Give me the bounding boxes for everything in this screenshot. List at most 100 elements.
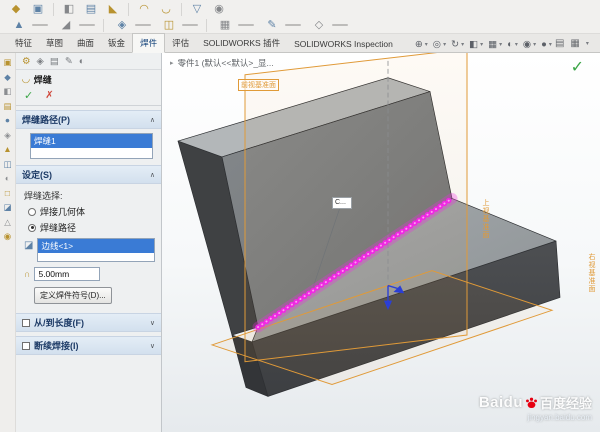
- ribbon-tool[interactable]: ◇: [306, 18, 351, 33]
- watermark-brand-cn: 百度经验: [540, 393, 592, 412]
- left-toolbar-icon[interactable]: ◉: [4, 232, 11, 241]
- app-window: ◆ ▣ ◧ ▤ ◣ ◠ ◡ ▽ ◉ ▲ ◢ ◈: [0, 0, 600, 432]
- radio-weld-path[interactable]: 焊缝路径: [28, 221, 155, 234]
- left-toolbar-icon[interactable]: ●: [5, 116, 10, 125]
- tab-features[interactable]: 特征: [8, 34, 39, 52]
- caret-icon[interactable]: ▾: [533, 41, 536, 48]
- left-toolbar-icon[interactable]: ▣: [3, 58, 11, 67]
- feature-title-row: ◡ 焊缝: [16, 70, 161, 87]
- gusset-icon[interactable]: ◣: [103, 2, 123, 17]
- caret-icon[interactable]: ▾: [480, 41, 483, 48]
- end-cap-icon[interactable]: ▤: [81, 2, 101, 17]
- caret-icon[interactable]: ▾: [461, 41, 464, 48]
- edge-selection-listbox[interactable]: 边线<1>: [37, 238, 155, 262]
- ribbon-tool[interactable]: ◫: [156, 18, 201, 33]
- edge-item[interactable]: 边线<1>: [38, 239, 154, 253]
- edge-selection-icon: ◪: [24, 240, 33, 251]
- define-weld-symbol-button[interactable]: 定义焊件符号(D)...: [34, 287, 112, 304]
- structural-member-icon[interactable]: ▣: [28, 2, 48, 17]
- weldment-icon[interactable]: ◆: [6, 2, 26, 17]
- left-toolbar-icon[interactable]: ◈: [4, 131, 11, 140]
- left-toolbar-icon[interactable]: ◆: [4, 73, 11, 82]
- ribbon-tool[interactable]: ◈: [109, 18, 154, 33]
- graphics-viewport[interactable]: ▸ 零件1 (默认<<默认>_显... ✓ 前视基准面 上视基准面 右视基准面 …: [162, 53, 600, 432]
- caret-icon[interactable]: ▾: [425, 41, 428, 48]
- caret-icon[interactable]: ▾: [586, 40, 589, 47]
- intermittent-weld-section-header[interactable]: 断续焊接(I) ∨: [16, 336, 161, 355]
- tab-evaluate[interactable]: 评估: [165, 34, 196, 52]
- from-to-length-checkbox[interactable]: [22, 319, 30, 327]
- tab-addins[interactable]: SOLIDWORKS 插件: [196, 34, 287, 52]
- tab-sketch[interactable]: 草图: [39, 34, 70, 52]
- fillet-bead-icon[interactable]: ◠: [134, 2, 154, 17]
- zoom-area-icon[interactable]: ◎: [432, 39, 442, 50]
- caret-icon[interactable]: ▾: [443, 41, 446, 48]
- reference-geometry-icon: ◈: [112, 18, 132, 33]
- hole-wizard-icon[interactable]: ◉: [209, 2, 229, 17]
- intermittent-weld-checkbox[interactable]: [22, 342, 30, 350]
- tab-sheet-metal[interactable]: 钣金: [101, 34, 132, 52]
- section-view-icon[interactable]: ◧: [468, 39, 479, 50]
- left-toolbar-icon[interactable]: ◪: [3, 203, 11, 212]
- left-toolbar-icon[interactable]: ◫: [3, 160, 11, 169]
- tab-surfaces[interactable]: 曲面: [70, 34, 101, 52]
- edge-selection-row: ◪ 边线<1>: [24, 238, 155, 262]
- zoom-fit-icon[interactable]: ⊕: [414, 39, 424, 50]
- settings-section-header[interactable]: 设定(S) ∧: [16, 165, 161, 184]
- view-orientation-icon[interactable]: ▦: [487, 39, 498, 50]
- document-title: 零件1 (默认<<默认>_显...: [178, 57, 274, 69]
- weld-path-listbox[interactable]: 焊缝1: [30, 133, 153, 159]
- left-toolbar-icon[interactable]: ◧: [3, 87, 11, 96]
- left-toolbar-icon[interactable]: ▲: [3, 145, 11, 154]
- ok-button[interactable]: ✓: [24, 89, 33, 102]
- hide-show-icon[interactable]: ◉: [522, 39, 532, 50]
- display-style-icon[interactable]: ◐: [506, 39, 514, 50]
- extruded-cut-icon[interactable]: ▽: [187, 2, 207, 17]
- caret-icon[interactable]: ▾: [499, 41, 502, 48]
- right-plane-label[interactable]: 右视基准面: [586, 253, 596, 293]
- front-plane-label[interactable]: 前视基准面: [238, 79, 279, 91]
- feature-title: 焊缝: [34, 73, 52, 86]
- top-plane-label[interactable]: 上视基准面: [480, 199, 490, 239]
- left-toolbar-icon[interactable]: ◐: [5, 174, 10, 183]
- dimxpert-tab-icon[interactable]: ▤: [50, 56, 59, 67]
- ribbon-tool[interactable]: ▦: [212, 18, 257, 33]
- baidu-paw-icon: [525, 396, 538, 409]
- ribbon-tool[interactable]: ▲: [6, 18, 51, 33]
- ribbon-separator: [103, 19, 104, 32]
- tab-inspection[interactable]: SOLIDWORKS Inspection: [287, 36, 400, 52]
- bead-size-input[interactable]: 5.00mm: [34, 267, 100, 281]
- sketch-icon: ✎: [262, 18, 282, 33]
- previous-view-icon[interactable]: ↻: [450, 39, 460, 50]
- ribbon-tool[interactable]: ✎: [259, 18, 304, 33]
- ribbon-tool[interactable]: ◢: [53, 18, 98, 33]
- task-pane-icon[interactable]: ▤: [555, 38, 564, 49]
- caret-icon[interactable]: ▾: [515, 41, 518, 48]
- flyout-arrow-icon[interactable]: ▸: [170, 59, 174, 67]
- watermark-brand: Baidu: [479, 394, 523, 411]
- weld-path-item[interactable]: 焊缝1: [31, 134, 152, 148]
- document-tab[interactable]: ▸ 零件1 (默认<<默认>_显...: [170, 57, 274, 69]
- panes-icon[interactable]: ▦: [570, 38, 579, 49]
- heads-up-toolbar: ⊕ ▾ ◎ ▾ ↻ ▾ ◧ ▾ ▦ ▾ ◐ ▾ ◉ ▾ ● ▾: [414, 39, 555, 50]
- confirm-row: ✓ ✗: [16, 87, 161, 106]
- cancel-button[interactable]: ✗: [45, 90, 53, 101]
- left-toolbar-icon[interactable]: □: [5, 189, 10, 198]
- weld-callout[interactable]: C...: [332, 197, 352, 209]
- from-to-length-section-header[interactable]: 从/到长度(F) ∨: [16, 313, 161, 332]
- tab-weldments[interactable]: 焊件: [132, 33, 165, 53]
- confirmation-corner-ok[interactable]: ✓: [571, 57, 584, 77]
- trim-extend-icon[interactable]: ◧: [59, 2, 79, 17]
- display-tab-icon[interactable]: ◐: [79, 56, 85, 67]
- left-toolbar-icon[interactable]: △: [4, 218, 11, 227]
- radio-weld-geometry[interactable]: 焊接几何体: [28, 205, 155, 218]
- property-manager-tab-icon[interactable]: ⚙: [22, 56, 31, 67]
- graphics-area[interactable]: [162, 53, 600, 432]
- weld-bead-icon[interactable]: ◡: [156, 2, 176, 17]
- configuration-tab-icon[interactable]: ◈: [37, 56, 44, 67]
- caret-icon[interactable]: ▾: [549, 41, 552, 48]
- sketch-tab-icon[interactable]: ✎: [65, 56, 73, 67]
- weld-path-section-header[interactable]: 焊缝路径(P) ∧: [16, 110, 161, 129]
- left-toolbar-icon[interactable]: ▤: [3, 102, 11, 111]
- appearance-icon[interactable]: ●: [540, 39, 548, 50]
